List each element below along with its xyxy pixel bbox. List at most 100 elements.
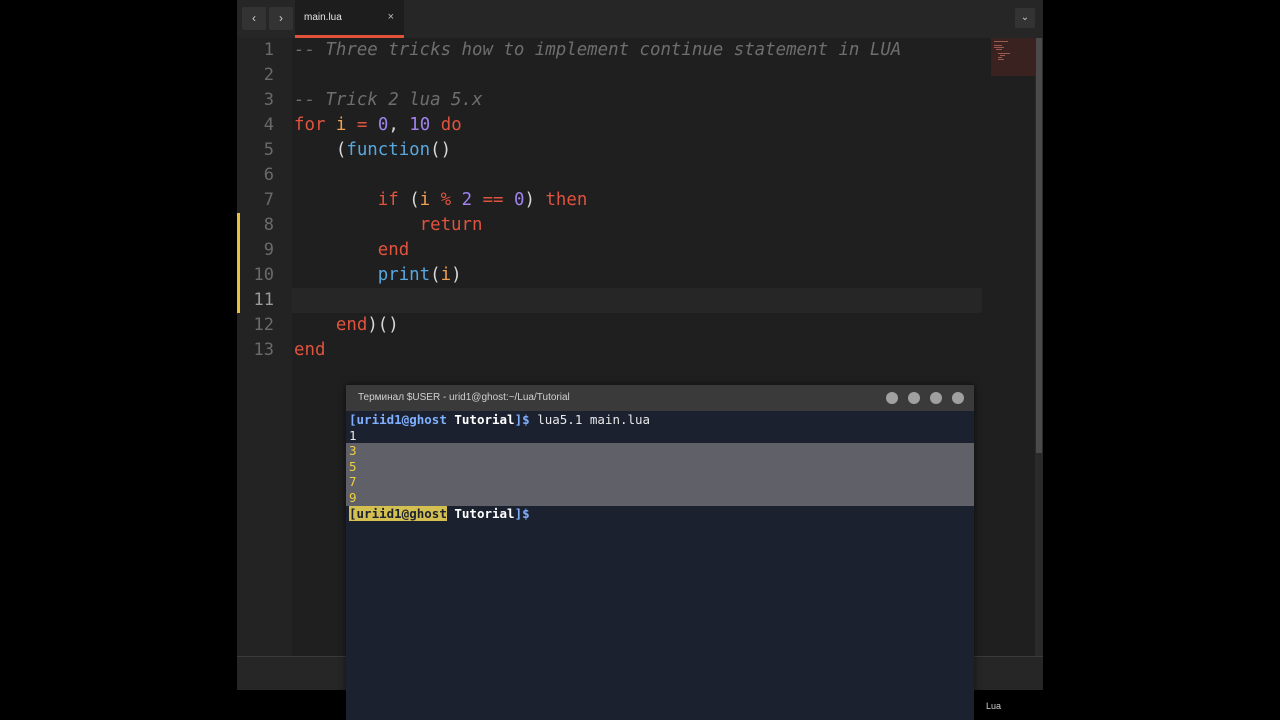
code-token: ( <box>294 140 347 160</box>
prompt-user: uriid1@ghost <box>356 505 447 521</box>
line-number: 10 <box>253 265 274 285</box>
code-token: ) <box>451 265 462 285</box>
code-token: i <box>335 115 347 135</box>
code-token: 10 <box>409 115 431 135</box>
code-token: -- Three tricks how to implement continu… <box>294 40 902 60</box>
minimap[interactable] <box>991 38 1035 76</box>
code-line: if (i % 2 == 0) then <box>294 188 588 213</box>
output-line: 3 <box>349 443 357 459</box>
line-number: 5 <box>263 140 274 160</box>
back-button[interactable]: ‹ <box>242 7 266 30</box>
code-token: return <box>419 215 483 235</box>
tab-bar: ‹ › main.lua × ⌄ <box>237 0 1043 38</box>
terminal-titlebar[interactable]: Терминал $USER - urid1@ghost:~/Lua/Tutor… <box>346 385 974 411</box>
line-number: 13 <box>253 340 274 360</box>
terminal-title: Терминал $USER - urid1@ghost:~/Lua/Tutor… <box>358 392 570 403</box>
code-token: -- Trick 2 lua 5.x <box>294 90 483 110</box>
line-number: 4 <box>263 115 274 135</box>
tab-list-dropdown[interactable]: ⌄ <box>1015 8 1035 28</box>
prompt-user: uriid1@ghost <box>356 412 447 427</box>
code-token: % <box>440 190 452 210</box>
output-line: 9 <box>349 490 357 505</box>
code-token: ( <box>398 190 420 210</box>
code-line: -- Three tricks how to implement continu… <box>294 38 901 63</box>
prompt-dir: Tutorial <box>454 412 515 427</box>
code-token: for <box>294 115 326 135</box>
help-button[interactable] <box>886 392 898 404</box>
code-line: end <box>294 338 325 363</box>
code-token: end <box>377 240 410 260</box>
code-token: end <box>294 340 326 360</box>
code-line: end)() <box>294 313 399 338</box>
output-line: 7 <box>349 474 357 490</box>
close-icon[interactable]: × <box>388 11 394 23</box>
terminal-window[interactable]: Терминал $USER - urid1@ghost:~/Lua/Tutor… <box>346 385 974 720</box>
code-token: () <box>430 140 452 160</box>
code-token: if <box>377 190 399 210</box>
code-token: i <box>419 190 431 210</box>
line-number: 3 <box>263 90 274 110</box>
forward-button[interactable]: › <box>269 7 293 30</box>
code-token: 0 <box>514 190 525 210</box>
scrollbar-thumb[interactable] <box>1036 38 1042 453</box>
code-token: 2 <box>461 190 473 210</box>
status-language[interactable]: Lua <box>986 701 1001 711</box>
prompt-dir: Tutorial <box>454 505 515 521</box>
chevron-left-icon: ‹ <box>252 11 256 25</box>
chevron-down-icon: ⌄ <box>1020 12 1030 23</box>
code-token: then <box>545 190 588 210</box>
code-token: function <box>346 140 431 160</box>
code-line: end <box>294 238 409 263</box>
code-token: ( <box>430 265 441 285</box>
current-line-highlight <box>292 288 982 313</box>
line-number: 7 <box>263 190 274 210</box>
code-token: , <box>388 115 410 135</box>
line-number: 2 <box>263 65 274 85</box>
code-token: do <box>440 115 462 135</box>
line-number: 8 <box>263 215 274 235</box>
code-line: -- Trick 2 lua 5.x <box>294 88 482 113</box>
code-token: ) <box>524 190 546 210</box>
code-token: end <box>335 315 368 335</box>
code-token: 0 <box>377 115 389 135</box>
vertical-scrollbar[interactable] <box>1035 38 1043 656</box>
code-line: return <box>294 213 483 238</box>
command-text: lua5.1 main.lua <box>537 412 651 427</box>
tab-main-lua[interactable]: main.lua × <box>295 0 404 38</box>
line-number: 11 <box>253 290 274 310</box>
output-line: 5 <box>349 458 357 474</box>
code-line: (function() <box>294 138 451 163</box>
code-token: == <box>482 190 504 210</box>
code-line: for i = 0, 10 do <box>294 113 462 138</box>
chevron-right-icon: › <box>279 11 283 25</box>
tab-label: main.lua <box>304 12 342 23</box>
line-number: 1 <box>263 40 274 60</box>
code-token: i <box>440 265 452 285</box>
close-button[interactable] <box>952 392 964 404</box>
line-number: 9 <box>263 240 274 260</box>
line-number: 12 <box>253 315 274 335</box>
maximize-button[interactable] <box>930 392 942 404</box>
output-line: 1 <box>349 427 357 443</box>
command-line: [uriid1@ghost Tutorial]$ lua5.1 main.lua <box>349 412 651 427</box>
prompt-line[interactable]: [uriid1@ghost Tutorial]$ <box>349 505 530 522</box>
code-token: = <box>356 115 368 135</box>
code-token: )() <box>367 315 399 335</box>
minimize-button[interactable] <box>908 392 920 404</box>
text-selection <box>346 443 974 506</box>
code-token: print <box>377 265 431 285</box>
line-number: 6 <box>263 165 274 185</box>
code-line: print(i) <box>294 263 462 288</box>
